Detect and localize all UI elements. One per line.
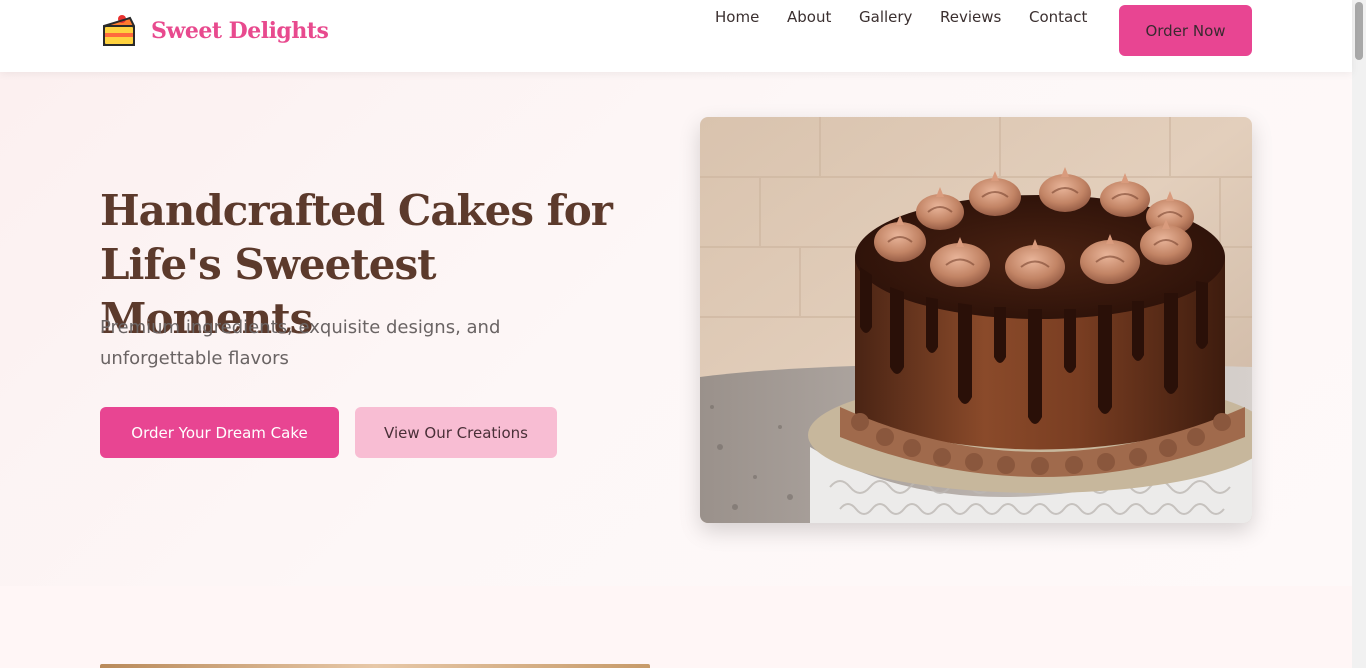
next-section — [0, 586, 1352, 668]
nav-contact-link[interactable]: Contact — [1029, 8, 1087, 26]
nav-home-link[interactable]: Home — [715, 8, 759, 26]
site-header: Sweet Delights Home About Gallery Review… — [0, 0, 1352, 72]
brand-name: Sweet Delights — [151, 18, 329, 44]
page-scrollbar[interactable] — [1352, 0, 1366, 668]
hero-subtitle: Premium ingredients, exquisite designs, … — [100, 317, 501, 369]
order-now-button[interactable]: Order Now — [1119, 5, 1252, 56]
order-dream-cake-button[interactable]: Order Your Dream Cake — [100, 407, 339, 458]
nav-reviews-link[interactable]: Reviews — [940, 8, 1001, 26]
nav-gallery-link[interactable]: Gallery — [859, 8, 912, 26]
chocolate-drip-cake-photo — [700, 117, 1252, 523]
next-section-image-edge — [100, 664, 650, 668]
view-creations-button[interactable]: View Our Creations — [355, 407, 557, 458]
scrollbar-thumb[interactable] — [1355, 2, 1363, 60]
cake-slice-icon — [103, 15, 135, 46]
hero-cake-image — [700, 117, 1252, 523]
brand-logo[interactable]: Sweet Delights — [100, 12, 329, 50]
nav-about-link[interactable]: About — [787, 8, 831, 26]
hero-title-line-1: Handcrafted Cakes for — [100, 186, 613, 235]
